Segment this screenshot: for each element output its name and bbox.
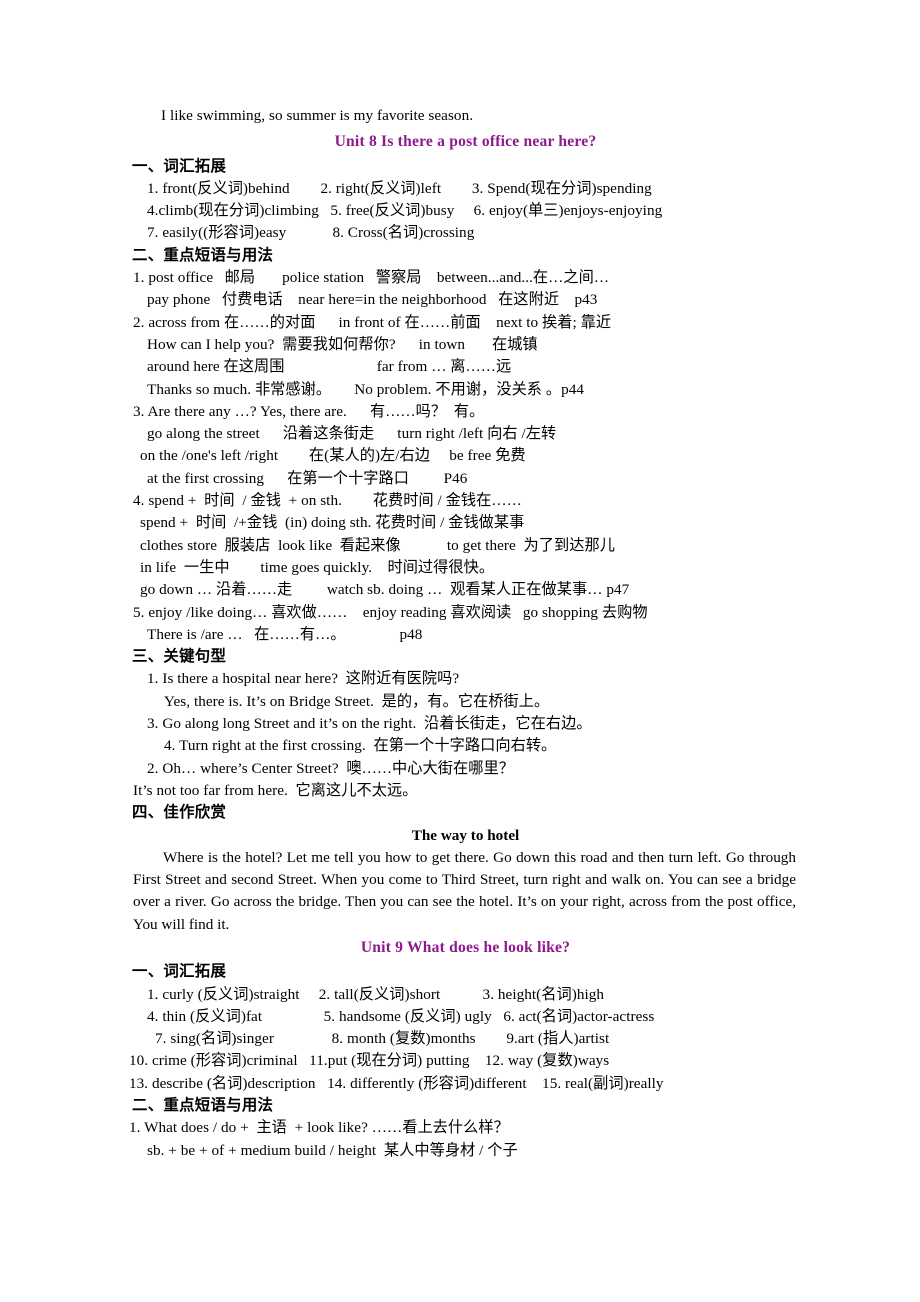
unit8-phrases-heading: 二、重点短语与用法 <box>132 246 274 264</box>
unit9-vocab-item: 10. crime (形容词)criminal 11.put (现在分词) pu… <box>129 1052 610 1070</box>
unit9-heading: Unit 9 What does he look like? <box>360 938 571 956</box>
unit8-phrase-line: 4. spend + 时间 / 金钱 + on sth. 花费时间 / 金钱在…… <box>133 492 522 510</box>
intro-sentence: I like swimming, so summer is my favorit… <box>161 107 474 124</box>
unit9-vocabulary-heading: 一、词汇拓展 <box>132 963 227 981</box>
unit9-vocab-item: 13. describe (名词)description 14. differe… <box>129 1074 664 1092</box>
unit8-patterns-heading: 三、关键句型 <box>132 648 227 666</box>
unit8-phrase-line: go down … 沿着……走 watch sb. doing … 观看某人正在… <box>140 581 630 599</box>
unit8-phrase-line: 2. across from 在……的对面 in front of 在……前面 … <box>133 313 612 331</box>
essay-body: Where is the hotel? Let me tell you how … <box>133 848 796 933</box>
unit8-phrase-line: There is /are … 在……有…。 p48 <box>147 625 423 643</box>
unit8-vocab-item: 7. easily((形容词)easy 8. Cross(名词)crossing <box>147 224 475 242</box>
unit8-pattern-line: 4. Turn right at the first crossing. 在第一… <box>164 737 557 755</box>
unit8-pattern-line: 1. Is there a hospital near here? 这附近有医院… <box>147 670 460 688</box>
unit8-phrase-line: at the first crossing 在第一个十字路口 P46 <box>147 469 468 487</box>
unit8-phrase-line: on the /one's left /right 在(某人的)左/右边 be … <box>140 447 526 465</box>
unit8-pattern-line: Yes, there is. It’s on Bridge Street. 是的… <box>164 692 550 710</box>
unit8-phrase-line: spend + 时间 /+金钱 (in) doing sth. 花费时间 / 金… <box>140 514 525 532</box>
unit9-phrase-line: sb. + be + of + medium build / height 某人… <box>147 1141 518 1159</box>
unit8-vocab-item: 4.climb(现在分词)climbing 5. free(反义词)busy 6… <box>147 202 663 220</box>
unit8-phrase-line: pay phone 付费电话 near here=in the neighbor… <box>147 291 598 309</box>
unit8-pattern-line: 2. Oh… where’s Center Street? 噢……中心大街在哪里… <box>147 759 514 777</box>
unit8-phrase-line: 5. enjoy /like doing… 喜欢做…… enjoy readin… <box>133 603 648 621</box>
document-page: I like swimming, so summer is my favorit… <box>0 0 920 1302</box>
unit8-essay-heading: 四、佳作欣赏 <box>132 804 227 822</box>
unit9-vocab-item: 4. thin (反义词)fat 5. handsome (反义词) ugly … <box>147 1007 655 1025</box>
unit8-pattern-line: It’s not too far from here. 它离这儿不太远。 <box>133 781 418 799</box>
essay-title: The way to hotel <box>411 826 520 844</box>
unit9-phrase-line: 1. What does / do + 主语 + look like? ……看上… <box>129 1119 509 1137</box>
unit8-phrase-line: around here 在这周围 far from … 离……远 <box>147 358 512 376</box>
unit8-phrase-line: 3. Are there any …? Yes, there are. 有……吗… <box>133 402 485 420</box>
unit8-vocabulary-heading: 一、词汇拓展 <box>132 157 227 175</box>
unit9-vocab-item: 7. sing(名词)singer 8. month (复数)months 9.… <box>155 1030 610 1048</box>
unit8-heading: Unit 8 Is there a post office near here? <box>334 133 597 151</box>
unit8-phrase-line: 1. post office 邮局 police station 警察局 bet… <box>133 269 610 287</box>
unit8-phrase-line: Thanks so much. 非常感谢。 No problem. 不用谢，没关… <box>147 380 585 398</box>
unit8-pattern-line: 3. Go along long Street and it’s on the … <box>147 715 592 733</box>
unit9-vocab-item: 1. curly (反义词)straight 2. tall(反义词)short… <box>147 985 605 1003</box>
unit8-phrase-line: in life 一生中 time goes quickly. 时间过得很快。 <box>140 558 495 576</box>
unit8-vocab-item: 1. front(反义词)behind 2. right(反义词)left 3.… <box>147 179 652 197</box>
unit8-phrase-line: go along the street 沿着这条街走 turn right /l… <box>147 425 557 443</box>
unit8-phrase-line: clothes store 服装店 look like 看起来像 to get … <box>140 536 615 554</box>
unit8-phrase-line: How can I help you? 需要我如何帮你? in town 在城镇 <box>147 335 538 353</box>
unit9-phrases-heading: 二、重点短语与用法 <box>132 1097 274 1115</box>
